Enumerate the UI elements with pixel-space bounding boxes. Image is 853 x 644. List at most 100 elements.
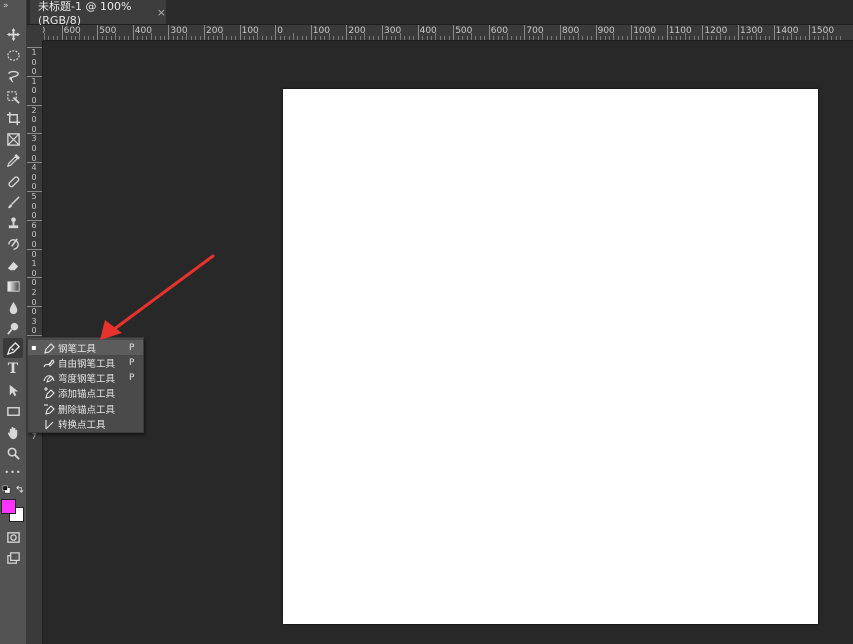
flyout-item-label: 转换点工具: [58, 420, 106, 431]
ruler-minor-tick: [764, 36, 766, 40]
ruler-minor-tick: [430, 36, 432, 40]
ruler-minor-tick: [635, 36, 637, 40]
eyedropper-tool[interactable]: [3, 150, 23, 170]
ruler-label: 100: [312, 26, 330, 36]
rectangle-tool[interactable]: [3, 401, 23, 421]
ruler-label: 700: [526, 26, 544, 36]
foreground-color-swatch[interactable]: [1, 499, 16, 514]
ruler-label: 0: [277, 26, 283, 36]
marquee-tool[interactable]: [3, 45, 23, 65]
crop-tool[interactable]: [3, 108, 23, 128]
flyout-item-label: 添加锚点工具: [58, 389, 116, 401]
flyout-item-freeform-pen[interactable]: 自由钢笔工具 P: [28, 355, 143, 370]
ruler-label: 1100: [668, 26, 692, 36]
ruler-label: 200: [348, 26, 366, 36]
healing-brush-tool[interactable]: [3, 171, 23, 191]
blur-tool[interactable]: [3, 297, 23, 317]
close-icon[interactable]: ×: [157, 6, 166, 19]
history-brush-tool[interactable]: [3, 234, 23, 254]
move-tool[interactable]: [3, 24, 23, 44]
horizontal-ruler[interactable]: 7006005004003002001000100200300400500600…: [43, 25, 853, 41]
more-tools-icon: •••: [4, 467, 22, 477]
flyout-item-label: 自由钢笔工具: [58, 358, 116, 370]
ruler-label: 700: [43, 26, 45, 36]
ruler-minor-tick: [48, 36, 50, 40]
ruler-minor-tick: [137, 36, 139, 40]
zoom-tool[interactable]: [3, 443, 23, 463]
ruler-label: 200: [206, 26, 224, 36]
flyout-item-delete-anchor[interactable]: 删除锚点工具: [28, 401, 143, 416]
ruler-major-tick: [738, 25, 739, 40]
ruler-minor-tick: [760, 36, 762, 40]
type-tool[interactable]: T: [3, 359, 23, 379]
ruler-minor-tick: [355, 36, 357, 40]
swap-colors-icon[interactable]: [15, 485, 24, 494]
path-select-icon: [9, 384, 18, 396]
ruler-major-tick: [382, 25, 383, 40]
ruler-label: 1400: [775, 26, 799, 36]
ruler-minor-tick: [711, 36, 713, 40]
hand-tool[interactable]: [3, 422, 23, 442]
collapse-panel-button[interactable]: »: [3, 1, 9, 11]
document-canvas[interactable]: [283, 89, 818, 624]
ruler-label: 0: [31, 278, 37, 288]
ruler-origin[interactable]: [27, 25, 43, 41]
clone-stamp-tool[interactable]: [3, 213, 23, 233]
brush-tool[interactable]: [3, 192, 23, 212]
ruler-minor-tick: [319, 36, 321, 40]
ruler-label: 800: [562, 26, 580, 36]
eraser-tool[interactable]: [3, 255, 23, 275]
lasso-tool[interactable]: [3, 66, 23, 86]
pen-tool[interactable]: [3, 338, 23, 358]
gradient-tool[interactable]: [3, 276, 23, 296]
flyout-item-curvature-pen[interactable]: 弯度钢笔工具 P: [28, 371, 143, 386]
ruler-major-tick: [346, 25, 348, 40]
flyout-item-pen[interactable]: ▪ 钢笔工具 P: [28, 340, 143, 355]
document-tab[interactable]: 未标题-1 @ 100%(RGB/8) ×: [30, 0, 166, 27]
ruler-minor-tick: [769, 36, 771, 40]
ruler-minor-tick: [248, 36, 250, 40]
path-select-tool[interactable]: [3, 380, 23, 400]
ruler-minor-tick: [217, 36, 219, 40]
freeform-pen-icon: [43, 358, 55, 368]
ruler-minor-tick: [804, 36, 806, 40]
screen-mode-icon: [6, 551, 20, 564]
quick-select-tool[interactable]: [3, 87, 23, 107]
ruler-minor-tick: [119, 36, 121, 40]
ruler-minor-tick: [66, 36, 68, 40]
ruler-major-tick: [631, 25, 633, 40]
ruler-minor-tick: [818, 36, 820, 40]
quick-mask-button[interactable]: [3, 527, 23, 547]
ruler-minor-tick: [261, 36, 263, 40]
crop-icon: [6, 111, 20, 125]
ruler-major-tick: [204, 25, 205, 40]
ruler-minor-tick: [742, 36, 744, 40]
ruler-minor-tick: [266, 36, 268, 40]
dodge-tool[interactable]: [3, 318, 23, 338]
flyout-item-add-anchor[interactable]: 添加锚点工具: [28, 386, 143, 401]
ruler-minor-tick: [83, 36, 85, 40]
ruler-major-tick: [595, 25, 597, 40]
ruler-major-tick: [453, 25, 455, 40]
ruler-label: 500: [455, 26, 473, 36]
ruler-minor-tick: [689, 36, 691, 40]
pen-icon: [44, 342, 55, 354]
flyout-item-convert-point[interactable]: 转换点工具: [28, 417, 143, 432]
flyout-item-label: 钢笔工具: [58, 343, 97, 355]
ruler-major-tick: [132, 25, 134, 40]
ruler-label: 1200: [704, 26, 728, 36]
ruler-label: 1500: [811, 26, 835, 36]
more-tools-button[interactable]: •••: [3, 462, 23, 482]
brush-icon: [7, 195, 20, 208]
screen-mode-button[interactable]: [3, 548, 23, 568]
ruler-label: 1: [31, 48, 37, 57]
ruler-minor-tick: [840, 36, 842, 40]
ruler-minor-tick: [413, 36, 415, 40]
ruler-minor-tick: [644, 36, 646, 40]
ruler-major-tick: [702, 25, 704, 40]
default-colors-icon[interactable]: [2, 485, 11, 494]
ruler-minor-tick: [795, 36, 797, 40]
ruler-minor-tick: [373, 36, 375, 40]
ruler-minor-tick: [729, 36, 731, 40]
frame-tool[interactable]: [3, 129, 23, 149]
